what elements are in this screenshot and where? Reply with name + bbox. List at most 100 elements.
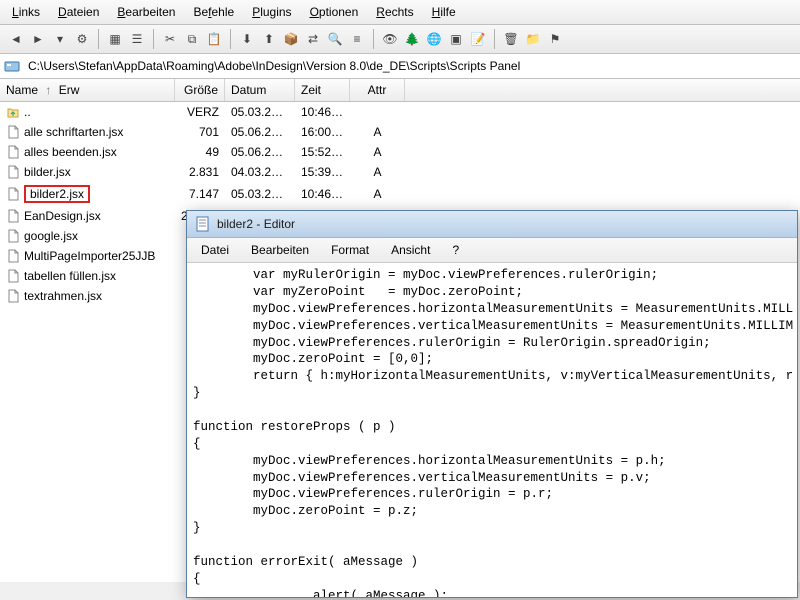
file-name: MultiPageImporter25JJB bbox=[24, 249, 155, 263]
table-row[interactable]: bilder2.jsx7.14705.03.201410:46:14A bbox=[0, 182, 800, 206]
file-time: 10:46:11 bbox=[295, 103, 350, 121]
col-name-label: Name bbox=[6, 83, 38, 97]
file-attr bbox=[350, 110, 405, 114]
file-size: 2.831 bbox=[175, 163, 225, 181]
file-date: 05.06.2013 bbox=[225, 123, 295, 141]
grid-icon[interactable]: ▦ bbox=[105, 29, 125, 49]
col-date[interactable]: Datum bbox=[225, 79, 295, 101]
toolbar-separator bbox=[98, 29, 99, 49]
file-icon bbox=[6, 125, 20, 139]
file-time: 16:00:03 bbox=[295, 123, 350, 141]
cut-icon[interactable]: ✂ bbox=[160, 29, 180, 49]
notepad-menu-?[interactable]: ? bbox=[442, 240, 469, 260]
notepad-window[interactable]: bilder2 - Editor DateiBearbeitenFormatAn… bbox=[186, 210, 798, 598]
file-icon bbox=[6, 187, 20, 201]
select-icon[interactable]: ☰ bbox=[127, 29, 147, 49]
notepad-menubar: DateiBearbeitenFormatAnsicht? bbox=[187, 238, 797, 263]
file-name: google.jsx bbox=[24, 229, 78, 243]
file-name: textrahmen.jsx bbox=[24, 289, 102, 303]
file-icon bbox=[6, 229, 20, 243]
list-header: Name ↑ Erw Größe Datum Zeit Attr bbox=[0, 79, 800, 102]
file-icon bbox=[6, 269, 20, 283]
file-icon bbox=[6, 289, 20, 303]
file-name: alles beenden.jsx bbox=[24, 145, 117, 159]
ftp-icon[interactable]: 🌐 bbox=[424, 29, 444, 49]
file-attr: A bbox=[350, 185, 405, 203]
archive-icon[interactable]: 📦 bbox=[281, 29, 301, 49]
view-icon[interactable]: 👁 bbox=[380, 29, 400, 49]
delete-icon[interactable]: 🗑 bbox=[501, 29, 521, 49]
col-size[interactable]: Größe bbox=[175, 79, 225, 101]
extract-icon[interactable]: ⬆ bbox=[259, 29, 279, 49]
sync-icon[interactable]: ⇄ bbox=[303, 29, 323, 49]
file-size: VERZ bbox=[175, 103, 225, 121]
col-name[interactable]: Name ↑ Erw bbox=[0, 79, 175, 101]
properties-icon[interactable]: ⚑ bbox=[545, 29, 565, 49]
notepad-title: bilder2 - Editor bbox=[217, 217, 295, 231]
file-icon bbox=[6, 145, 20, 159]
notepad-icon[interactable]: 📝 bbox=[468, 29, 488, 49]
toolbar-separator bbox=[230, 29, 231, 49]
menu-item-rechts[interactable]: Rechts bbox=[368, 2, 421, 22]
file-size: 7.147 bbox=[175, 185, 225, 203]
notepad-menu-ansicht[interactable]: Ansicht bbox=[381, 240, 440, 260]
toolbar-separator bbox=[153, 29, 154, 49]
config-icon[interactable]: ⚙ bbox=[72, 29, 92, 49]
toolbar-separator bbox=[494, 29, 495, 49]
file-size: 701 bbox=[175, 123, 225, 141]
folder-icon[interactable]: 📁 bbox=[523, 29, 543, 49]
notepad-menu-datei[interactable]: Datei bbox=[191, 240, 239, 260]
main-menubar: LinksDateienBearbeitenBefehlePluginsOpti… bbox=[0, 0, 800, 25]
sort-indicator-icon: ↑ bbox=[45, 83, 51, 97]
menu-item-plugins[interactable]: Plugins bbox=[244, 2, 299, 22]
menu-item-dateien[interactable]: Dateien bbox=[50, 2, 107, 22]
terminal-icon[interactable]: ▣ bbox=[446, 29, 466, 49]
compare-icon[interactable]: ≡ bbox=[347, 29, 367, 49]
col-attr[interactable]: Attr bbox=[350, 79, 405, 101]
toolbar-separator bbox=[373, 29, 374, 49]
notepad-menu-format[interactable]: Format bbox=[321, 240, 379, 260]
file-name: tabellen füllen.jsx bbox=[24, 269, 116, 283]
file-date: 05.06.2013 bbox=[225, 143, 295, 161]
notepad-text-area[interactable]: var myRulerOrigin = myDoc.viewPreference… bbox=[187, 263, 797, 597]
back-icon[interactable]: ◄ bbox=[6, 29, 26, 49]
history-icon[interactable]: ▾ bbox=[50, 29, 70, 49]
col-time[interactable]: Zeit bbox=[295, 79, 350, 101]
table-row[interactable]: bilder.jsx 2.83104.03.201415:39:06A bbox=[0, 162, 800, 182]
file-date: 04.03.2014 bbox=[225, 163, 295, 181]
file-icon bbox=[6, 249, 20, 263]
table-row[interactable]: alles beenden.jsx 4905.06.201315:52:42A bbox=[0, 142, 800, 162]
file-time: 15:52:42 bbox=[295, 143, 350, 161]
path-bar bbox=[0, 54, 800, 79]
menu-item-befehle[interactable]: Befehle bbox=[185, 2, 242, 22]
table-row[interactable]: ..VERZ05.03.201410:46:11 bbox=[0, 102, 800, 122]
file-attr: A bbox=[350, 143, 405, 161]
col-erw-label: Erw bbox=[59, 83, 80, 97]
notepad-menu-bearbeiten[interactable]: Bearbeiten bbox=[241, 240, 319, 260]
file-name: bilder.jsx bbox=[24, 165, 71, 179]
notepad-titlebar[interactable]: bilder2 - Editor bbox=[187, 211, 797, 238]
menu-item-hilfe[interactable]: Hilfe bbox=[424, 2, 464, 22]
table-row[interactable]: alle schriftarten.jsx 70105.06.201316:00:… bbox=[0, 122, 800, 142]
file-date: 05.03.2014 bbox=[225, 185, 295, 203]
copy-icon[interactable]: ⧉ bbox=[182, 29, 202, 49]
forward-icon[interactable]: ► bbox=[28, 29, 48, 49]
notepad-app-icon bbox=[195, 216, 211, 232]
menu-item-bearbeiten[interactable]: Bearbeiten bbox=[109, 2, 183, 22]
compress-icon[interactable]: ⬇ bbox=[237, 29, 257, 49]
drive-icon[interactable] bbox=[4, 58, 20, 74]
file-size: 49 bbox=[175, 143, 225, 161]
file-attr: A bbox=[350, 163, 405, 181]
search-icon[interactable]: 🔍 bbox=[325, 29, 345, 49]
menu-item-links[interactable]: Links bbox=[4, 2, 48, 22]
main-toolbar: ◄ ► ▾ ⚙ ▦ ☰ ✂ ⧉ 📋 ⬇ ⬆ 📦 ⇄ 🔍 ≡ 👁 🌲 🌐 ▣ 📝 … bbox=[0, 25, 800, 54]
menu-item-optionen[interactable]: Optionen bbox=[302, 2, 367, 22]
path-input[interactable] bbox=[26, 56, 796, 76]
folder-up-icon bbox=[6, 105, 20, 119]
file-name: alle schriftarten.jsx bbox=[24, 125, 123, 139]
tree-icon[interactable]: 🌲 bbox=[402, 29, 422, 49]
file-date: 05.03.2014 bbox=[225, 103, 295, 121]
file-time: 15:39:06 bbox=[295, 163, 350, 181]
file-name: bilder2.jsx bbox=[24, 185, 90, 203]
paste-icon[interactable]: 📋 bbox=[204, 29, 224, 49]
